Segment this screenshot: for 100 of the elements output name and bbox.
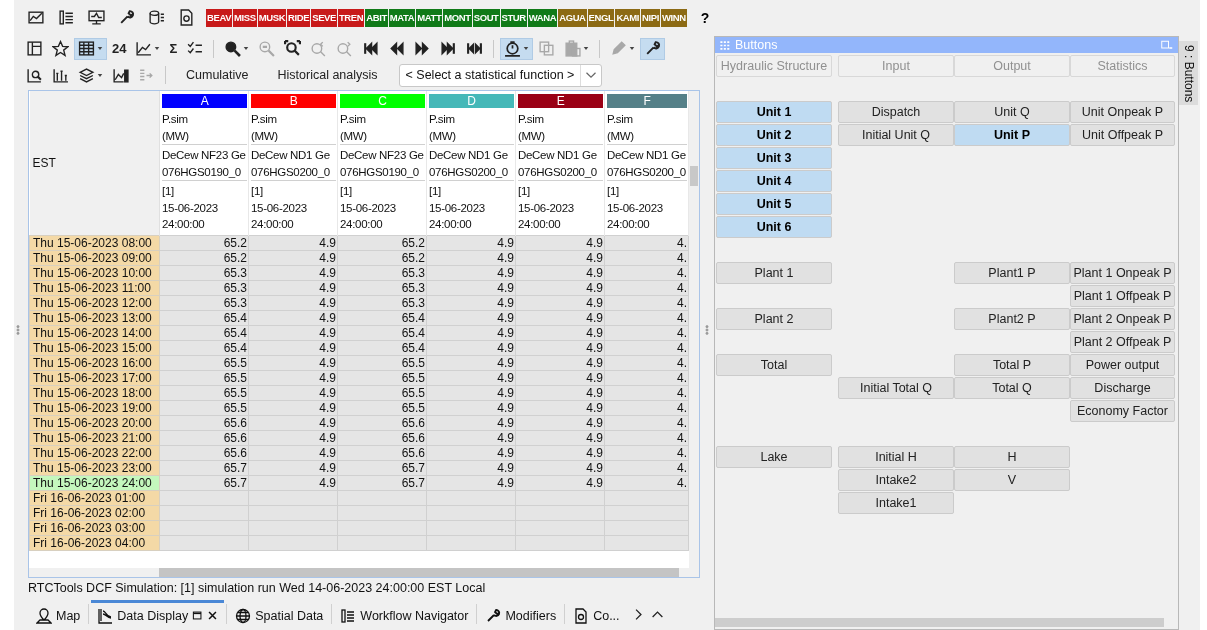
station-tag[interactable]: AGUA [558,8,587,27]
chart-search-icon [26,66,43,84]
panel-button[interactable]: Plant 1 Onpeak P [1070,262,1175,284]
toolbar-button[interactable] [74,37,107,60]
panel-button[interactable]: Initial Total Q [838,377,954,399]
station-tag[interactable]: KAMI [615,8,641,27]
panel-button[interactable]: Total P [954,354,1070,376]
zoom-out-icon [258,40,276,57]
panel-button[interactable]: Unit 4 [716,170,832,192]
station-tag[interactable]: MONT [443,8,472,27]
panel-button[interactable]: Lake [716,446,832,468]
tab[interactable]: Spatial Data [229,600,330,628]
zoom-in-icon [224,40,242,57]
side-tab[interactable]: 9 : Buttons [1179,41,1198,105]
toolbar-button[interactable] [640,37,666,60]
tab[interactable]: Modifiers [479,600,563,628]
station-tag[interactable]: ABIT [365,8,388,27]
station-tag[interactable]: BEAV [206,8,233,27]
tab[interactable]: Map [30,600,87,628]
panel-button[interactable]: Plant 2 Offpeak P [1070,331,1175,353]
column-tag[interactable]: F [607,94,687,108]
tab[interactable]: Co... [567,600,626,628]
panel-button[interactable]: Plant 1 [716,262,832,284]
station-tag[interactable]: SEVE [311,8,337,27]
panel-button[interactable]: Total Q [954,377,1070,399]
station-tag[interactable]: RIDE [287,8,311,27]
horizontal-scrollbar[interactable] [29,568,699,577]
panel-button[interactable]: V [954,469,1070,491]
splitter-handle[interactable] [16,323,20,337]
panel-button[interactable]: Initial Unit Q [838,124,954,146]
panel-button[interactable]: Unit 2 [716,124,832,146]
toolbar-button[interactable]: Σ [165,37,182,60]
date-text: 15-06-2023 [518,200,575,216]
time-text: 24:00:00 [340,217,384,232]
tab[interactable]: Data Display [91,600,225,628]
panel-button[interactable]: Unit 5 [716,193,832,215]
station-tag[interactable]: WINN [660,8,687,27]
station-tag[interactable]: MATT [416,8,443,27]
skip-icon [466,40,484,57]
toolbar-text-button[interactable]: Cumulative [172,68,263,82]
date-text: 15-06-2023 [251,200,308,216]
parameter-text: P.sim [340,112,367,127]
location-id-text: 076HGS0200_0 [429,164,509,180]
horizontal-scrollbar[interactable] [715,618,1164,627]
tab[interactable]: Workflow Navigator [334,600,475,628]
toolbar-button[interactable] [500,37,534,60]
station-tag[interactable]: MISS [233,8,257,27]
ensemble-text: [1] [162,184,175,199]
station-tag[interactable]: MATA [388,8,416,27]
station-tag[interactable]: NIPI [641,8,660,27]
column-tag[interactable]: A [162,94,247,108]
panel-button[interactable]: H [954,446,1070,468]
globe-icon [235,607,252,624]
table-cell: 65.2 [337,235,427,250]
panel-button[interactable]: Unit 3 [716,147,832,169]
panel-button[interactable]: Economy Factor [1070,400,1175,422]
row-header[interactable]: Thu 15-06-2023 08:00 [29,235,160,250]
station-tag[interactable]: STUR [500,8,527,27]
panel-button[interactable]: Unit Offpeak P [1070,124,1175,146]
unit-text: (MW) [429,128,457,144]
chart-icon [112,66,129,84]
zoom-fit-icon [284,40,302,57]
panel-button[interactable]: Plant 2 Onpeak P [1070,308,1175,330]
panel-button[interactable]: Plant 2 [716,308,832,330]
checklist-icon [186,40,204,57]
panel-button[interactable]: Intake2 [838,469,954,491]
station-tag[interactable]: WANA [527,8,558,27]
panel-button[interactable]: Unit Q [954,101,1070,123]
panel-button[interactable]: Power output [1070,354,1175,376]
panel-button[interactable]: Unit 1 [716,101,832,123]
panel-button[interactable]: Total [716,354,832,376]
unit-text: (MW) [251,128,279,144]
panel-button[interactable]: Unit 6 [716,216,832,238]
time-text: 24:00:00 [251,217,295,232]
panel-button[interactable]: Dispatch [838,101,954,123]
unit-text: (MW) [162,128,190,144]
column-tag[interactable]: B [251,94,336,108]
station-tag[interactable]: MUSK [257,8,287,27]
panel-button[interactable]: Plant2 P [954,308,1070,330]
toolbar-text-button[interactable]: Historical analysis [263,68,392,82]
splitter-handle[interactable] [705,323,709,337]
panel-button[interactable]: Plant1 P [954,262,1070,284]
database-icon [148,9,165,26]
help-button[interactable]: ? [697,9,713,26]
panel-button[interactable]: Discharge [1070,377,1175,399]
station-tag[interactable]: TREN [337,8,365,27]
panel-button[interactable]: Plant 1 Offpeak P [1070,285,1175,307]
ensemble-text: [1] [607,184,620,199]
toolbar-button[interactable]: 24 [108,37,131,60]
panel-button[interactable]: Initial H [838,446,954,468]
station-tag[interactable]: SOUT [472,8,500,27]
panel-button[interactable]: Intake1 [838,492,954,514]
station-tag[interactable]: ENGL [587,8,615,27]
vertical-scrollbar[interactable] [689,91,699,568]
list-icon [58,9,75,26]
zoom-forward-icon [336,40,354,57]
column-tag[interactable]: E [518,94,603,108]
panel-button[interactable]: Unit P [954,124,1070,146]
statistic-dropdown[interactable]: < Select a statistical function > [398,63,603,87]
panel-button[interactable]: Unit Onpeak P [1070,101,1175,123]
